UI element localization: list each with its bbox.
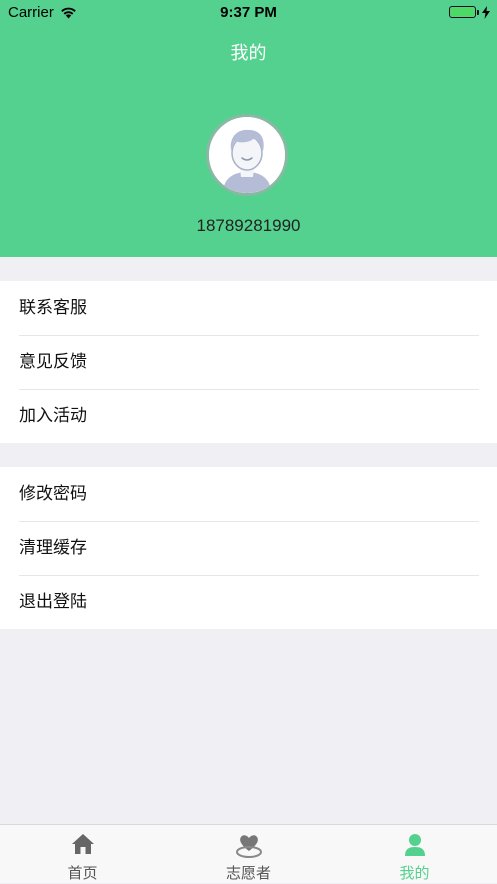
menu-group-service: 联系客服 意见反馈 加入活动 (0, 281, 497, 443)
menu-item-change-password[interactable]: 修改密码 (0, 467, 497, 521)
tab-bar: 首页 志愿者 我的 (0, 824, 497, 883)
avatar-person-icon (209, 117, 285, 193)
tab-volunteer[interactable]: 志愿者 (166, 825, 331, 884)
page-title: 我的 (230, 43, 267, 64)
volunteer-heart-icon (235, 831, 263, 863)
menu-item-contact-service[interactable]: 联系客服 (0, 281, 497, 335)
home-icon (71, 833, 95, 859)
tab-mine-label: 我的 (399, 864, 430, 882)
user-phone-number: 18789281990 (196, 216, 301, 235)
menu-item-clear-cache[interactable]: 清理缓存 (0, 521, 497, 575)
menu-item-feedback[interactable]: 意见反馈 (0, 335, 497, 389)
user-icon (403, 833, 427, 861)
menu-item-join-activity[interactable]: 加入活动 (0, 389, 497, 443)
menu-group-account: 修改密码 清理缓存 退出登陆 (0, 467, 497, 629)
tab-home-label: 首页 (67, 864, 98, 882)
status-bar: Carrier 9:37 PM (0, 0, 497, 26)
avatar[interactable] (206, 114, 288, 196)
status-time: 9:37 PM (220, 4, 277, 21)
tab-volunteer-label: 志愿者 (225, 864, 271, 882)
battery-icon (449, 6, 476, 18)
charging-bolt-icon (482, 5, 490, 23)
menu-item-logout[interactable]: 退出登陆 (0, 575, 497, 629)
tab-mine[interactable]: 我的 (332, 825, 497, 884)
battery-tip (477, 10, 479, 15)
profile-header: Carrier 9:37 PM 我的 18789281990 (0, 0, 497, 257)
tab-home[interactable]: 首页 (0, 825, 165, 884)
